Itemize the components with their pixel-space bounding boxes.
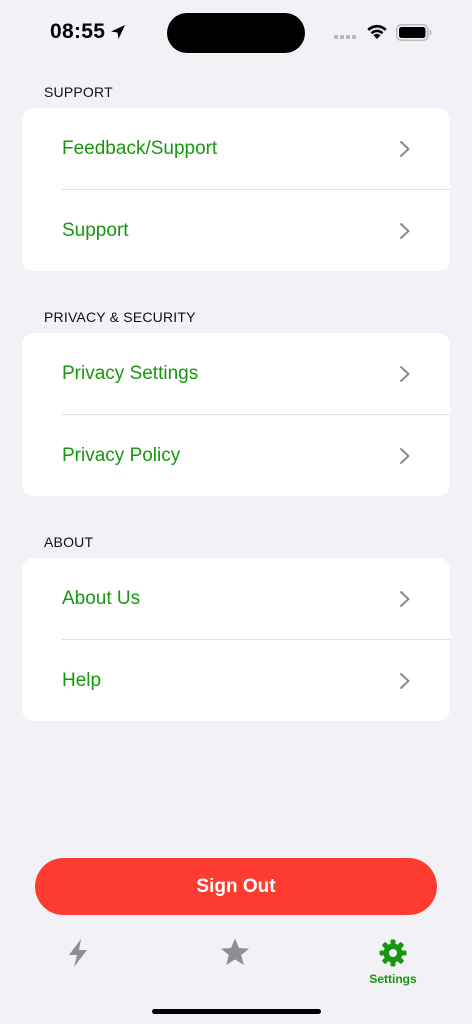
row-label: Support	[62, 219, 129, 241]
section-header-about: ABOUT	[44, 534, 94, 550]
row-privacy-policy[interactable]: Privacy Policy	[22, 415, 450, 496]
status-time: 08:55	[50, 20, 106, 43]
privacy-security-group: Privacy Settings Privacy Policy	[22, 333, 450, 496]
chevron-right-icon	[400, 590, 410, 607]
about-group: About Us Help	[22, 558, 450, 721]
row-label: Feedback/Support	[62, 137, 218, 159]
chevron-right-icon	[400, 672, 410, 689]
section-header-privacy-security: PRIVACY & SECURITY	[44, 309, 196, 325]
chevron-right-icon	[400, 365, 410, 382]
cellular-signal-icon	[334, 35, 356, 39]
row-label: Help	[62, 669, 102, 691]
chevron-right-icon	[400, 447, 410, 464]
home-indicator	[152, 1009, 321, 1014]
section-header-support: SUPPORT	[44, 84, 113, 100]
row-label: Privacy Policy	[62, 444, 181, 466]
gear-icon	[379, 939, 407, 967]
chevron-right-icon	[400, 140, 410, 157]
tab-bar: Settings	[0, 930, 472, 990]
star-icon	[221, 938, 249, 965]
sign-out-button[interactable]: Sign Out	[35, 858, 437, 915]
chevron-right-icon	[400, 222, 410, 239]
support-group: Feedback/Support Support	[22, 108, 450, 271]
dynamic-island	[167, 13, 305, 53]
battery-icon	[396, 24, 432, 41]
row-label: Privacy Settings	[62, 362, 199, 384]
tab-label-settings: Settings	[369, 972, 417, 986]
status-bar: 08:55	[0, 0, 472, 64]
row-support[interactable]: Support	[22, 190, 450, 271]
tab-settings[interactable]: Settings	[353, 930, 433, 990]
wifi-icon	[367, 24, 387, 39]
row-about-us[interactable]: About Us	[22, 558, 450, 639]
tab-activity[interactable]	[38, 930, 118, 990]
location-arrow-icon	[111, 25, 125, 39]
row-help[interactable]: Help	[22, 640, 450, 721]
tab-favorites[interactable]	[195, 930, 275, 990]
row-label: About Us	[62, 587, 141, 609]
row-privacy-settings[interactable]: Privacy Settings	[22, 333, 450, 414]
row-feedback-support[interactable]: Feedback/Support	[22, 108, 450, 189]
bolt-icon	[69, 939, 87, 967]
